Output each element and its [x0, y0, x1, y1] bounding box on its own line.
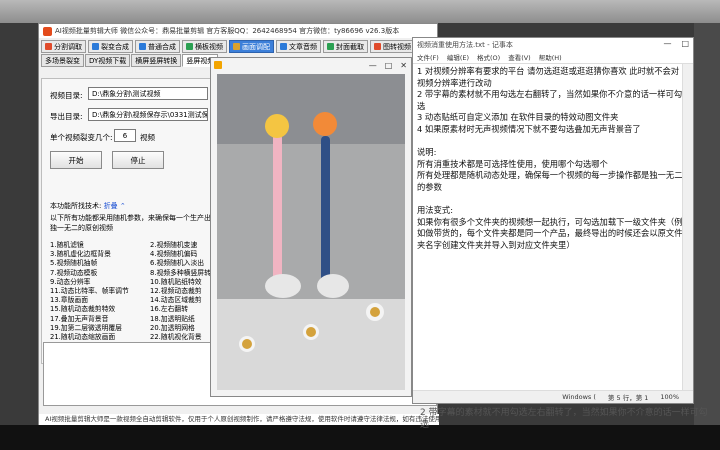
tab-icon	[327, 43, 334, 50]
split-unit-label: 视频	[140, 133, 155, 142]
close-icon[interactable]: ✕	[400, 61, 407, 70]
text-line: 4 如果原素材时无声视频情况下就不要勾选叠加无声背景音了	[417, 123, 641, 134]
notepad-text[interactable]: 1 对视频分辨率有要求的平台 请勿选逛逛或逛逛猜你喜欢 此时就不会对视频分辨率进…	[417, 66, 685, 252]
text-line: 如果你有很多个文件夹的视频想一起执行，可勾选加载下一级文件夹（例如做带货的，每个…	[417, 216, 683, 250]
feature-item: 9.动态分辨率	[50, 277, 91, 286]
app-title: AI视频批量剪辑大师 微信公众号：鼎易批量剪辑 官方客服QQ：264246895…	[55, 27, 400, 35]
menu-item[interactable]: 文件(F)	[417, 52, 439, 62]
tab-5[interactable]: 文章音频	[276, 40, 321, 53]
maximize-icon[interactable]: □	[385, 61, 393, 70]
tab-icon	[92, 43, 99, 50]
tab-label: 文章音频	[289, 42, 317, 51]
video-frame[interactable]	[217, 74, 405, 390]
menu-item[interactable]: 查看(V)	[508, 52, 531, 62]
tab-0[interactable]: 分割调取	[41, 40, 86, 53]
background-overflow-text: 2 带字幕的素材就不用勾选左右翻转了，当然如果你不介意的话一样可勾选	[420, 408, 708, 430]
export-dir-input[interactable]: D:\鼎象分割\视频保存示\0331测试保存	[88, 108, 208, 121]
cursor-position: 第 5 行，第 1	[607, 394, 649, 402]
notepad-window: 视频消重使用方法.txt - 记事本 — □ 文件(F) 编辑(E) 格式(O) 查看…	[412, 37, 694, 404]
tab-label: 图转视频	[383, 42, 411, 51]
notepad-titlebar: 视频消重使用方法.txt - 记事本 — □	[413, 38, 693, 51]
feature-item: 21.随机动态缩放画面	[50, 333, 116, 342]
text-line: 说明:	[417, 147, 437, 158]
subtab-2[interactable]: 横屏竖屏转换	[131, 54, 182, 67]
text-line: 所有消重技术都是可选择性使用，使用哪个勾选哪个	[417, 158, 608, 169]
minimize-icon[interactable]: —	[663, 39, 671, 48]
tab-label: 横板视频	[195, 42, 223, 51]
tab-2[interactable]: 普通合成	[135, 40, 180, 53]
tab-label: 封面截取	[336, 42, 364, 51]
tab-icon	[374, 43, 381, 50]
export-dir-label: 导出目录:	[50, 112, 83, 121]
feature-item: 17.叠加无声背景音	[50, 314, 109, 323]
player-icon	[214, 61, 222, 69]
chevron-up-icon[interactable]: ⌃	[120, 202, 126, 210]
maximize-icon[interactable]: □	[681, 39, 689, 48]
note-title: 本功能所找技术:	[50, 202, 102, 210]
minimize-icon[interactable]: —	[369, 61, 377, 70]
tab-icon	[186, 43, 193, 50]
text-line: 2 带字幕的素材就不用勾选左右翻转了，当然如果你不介意的话一样可勾选	[417, 89, 683, 111]
video-titlebar: — □ ✕	[211, 58, 411, 72]
tab-1[interactable]: 裂变合成	[88, 40, 133, 53]
menu-item[interactable]: 编辑(E)	[447, 52, 469, 62]
notepad-status-bar: Windows ( 第 5 行，第 1 100%	[413, 390, 693, 403]
text-line: 用法变式:	[417, 205, 453, 216]
app-titlebar: AI视频批量剪辑大师 微信公众号：鼎易批量剪辑 官方客服QQ：264246895…	[39, 24, 437, 38]
split-count-input[interactable]: 6	[114, 129, 136, 142]
tab-label: 普通合成	[148, 42, 176, 51]
text-line: 所有处理都是随机动态处理，确保每一个视频的每一步操作都是独一无二的参数	[417, 170, 683, 192]
app-status-line: AI视频批量剪辑大师是一款视频全自动剪辑软件，仅用于个人原创视频制作，请严格遵守…	[39, 414, 439, 425]
video-dir-input[interactable]: D:\鼎象分割\测试视频	[88, 87, 208, 100]
window-controls: — □	[663, 39, 689, 48]
encoding-status: Windows (	[562, 393, 596, 401]
notepad-menu: 文件(F) 编辑(E) 格式(O) 查看(V) 帮助(H)	[413, 51, 693, 64]
text-line	[417, 136, 685, 148]
split-count-label: 单个视频裂变几个:	[50, 133, 113, 142]
video-preview-window: — □ ✕	[210, 57, 412, 397]
background-strip	[694, 23, 720, 425]
subtab-1[interactable]: DY视频下载	[85, 54, 131, 67]
menu-item[interactable]: 格式(O)	[477, 52, 500, 62]
feature-item: 7.视频动态模板	[50, 268, 98, 277]
tab-3[interactable]: 横板视频	[182, 40, 227, 53]
feature-item: 11.动态比特率、帧率调节	[50, 287, 129, 296]
tab-icon	[45, 43, 52, 50]
text-line: 1 对视频分辨率有要求的平台 请勿选逛逛或逛逛猜你喜欢 此时就不会对视频分辨率进…	[417, 66, 680, 88]
menu-item[interactable]: 帮助(H)	[539, 52, 562, 62]
tab-7[interactable]: 图转视频	[370, 40, 415, 53]
collapse-link[interactable]: 折叠	[104, 202, 118, 210]
tab-label: 画面调配	[242, 42, 270, 51]
background-top	[0, 0, 720, 23]
feature-item: 15.随机动态裁剪特效	[50, 305, 116, 314]
start-button[interactable]: 开始	[50, 151, 102, 169]
notepad-title: 视频消重使用方法.txt - 记事本	[417, 40, 513, 49]
text-line: 3 动态贴纸可自定义添加 在软件目录的特效动图文件夹	[417, 112, 619, 123]
main-tabs: 分割调取裂变合成普通合成横板视频画面调配文章音频封面截取图转视频视频去	[39, 38, 437, 53]
stop-button[interactable]: 停止	[112, 151, 164, 169]
tab-4[interactable]: 画面调配	[229, 40, 274, 53]
video-dir-label: 视频目录:	[50, 91, 83, 100]
app-logo-icon	[43, 26, 52, 36]
feature-item: 5.视频随机抽帧	[50, 259, 98, 268]
tab-icon	[233, 43, 240, 50]
vertical-scrollbar[interactable]	[682, 64, 693, 390]
tab-icon	[139, 43, 146, 50]
toothbrush-scene-image	[217, 74, 405, 390]
feature-item: 19.加第二层微透明覆层	[50, 323, 122, 332]
tab-6[interactable]: 封面截取	[323, 40, 368, 53]
tab-icon	[280, 43, 287, 50]
feature-item: 1.随机滤镜	[50, 241, 84, 249]
zoom-level: 100%	[660, 393, 679, 401]
text-line	[417, 194, 685, 206]
subtab-0[interactable]: 多场景裂变	[41, 54, 84, 67]
tab-label: 分割调取	[54, 42, 82, 51]
tab-label: 裂变合成	[101, 42, 129, 51]
